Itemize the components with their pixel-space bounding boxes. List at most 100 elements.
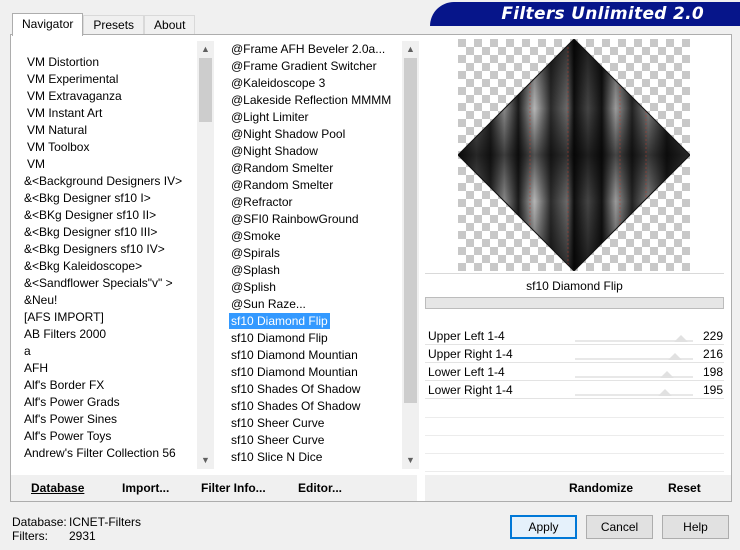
filter-item[interactable]: @Night Shadow	[228, 143, 402, 160]
param-slider-thumb[interactable]	[658, 389, 673, 396]
category-item[interactable]: &<Bkg Kaleidoscope>	[21, 258, 197, 275]
category-item[interactable]: Alf's Power Toys	[21, 428, 197, 445]
filter-list[interactable]: @Frame AFH Beveler 2.0a... @Frame Gradien…	[228, 41, 419, 469]
category-item[interactable]: &<Bkg Designer sf10 I>	[21, 190, 197, 207]
apply-button[interactable]: Apply	[510, 515, 577, 539]
filter-item-label: @Sun Raze...	[231, 297, 306, 311]
category-item[interactable]: VM Toolbox	[21, 139, 197, 156]
cancel-button[interactable]: Cancel	[586, 515, 653, 539]
category-item[interactable]: Alf's Power Sines	[21, 411, 197, 428]
category-item[interactable]: VM Distortion	[21, 54, 197, 71]
filter-item[interactable]: @Splish	[228, 279, 402, 296]
tab-presets[interactable]: Presets	[83, 15, 145, 35]
category-item[interactable]: &<Background Designers IV>	[21, 173, 197, 190]
filter-item-label: @Refractor	[231, 195, 293, 209]
tab-strip: Navigator Presets About	[12, 13, 196, 36]
scroll-up-icon[interactable]: ▲	[402, 41, 419, 58]
param-row[interactable]: Upper Left 1-4 229	[425, 327, 724, 345]
category-item[interactable]: VM Natural	[21, 122, 197, 139]
filter-item[interactable]: @Kaleidoscope 3	[228, 75, 402, 92]
filter-scrollbar[interactable]: ▲ ▼	[402, 41, 419, 469]
filter-item-label: @Splish	[231, 280, 276, 294]
category-item[interactable]: VM	[21, 156, 197, 173]
param-slider-thumb[interactable]	[667, 353, 682, 360]
category-item[interactable]: VM Experimental	[21, 71, 197, 88]
category-item[interactable]: [AFS IMPORT]	[21, 309, 197, 326]
category-scrollbar[interactable]: ▲ ▼	[197, 41, 214, 469]
scroll-down-icon[interactable]: ▼	[197, 452, 214, 469]
param-row[interactable]: Lower Right 1-4 195	[425, 381, 724, 399]
param-slider-thumb[interactable]	[673, 335, 688, 342]
filter-item[interactable]: sf10 Sheer Curve	[228, 432, 402, 449]
filter-item[interactable]: @SFI0 RainbowGround	[228, 211, 402, 228]
filter-item[interactable]: sf10 Shades Of Shadow	[228, 381, 402, 398]
database-button[interactable]: Database	[31, 481, 84, 495]
import-button[interactable]: Import...	[122, 481, 169, 495]
title-banner: Filters Unlimited 2.0	[430, 2, 740, 26]
filter-item[interactable]: @Frame AFH Beveler 2.0a...	[228, 41, 402, 58]
filter-preview	[425, 35, 724, 273]
filter-item[interactable]: sf10 Sheer Curve	[228, 415, 402, 432]
tab-navigator[interactable]: Navigator	[12, 13, 84, 36]
category-item[interactable]: Alf's Power Grads	[21, 394, 197, 411]
filter-item-selected[interactable]: sf10 Diamond Flip	[228, 313, 402, 330]
param-value: 229	[702, 329, 723, 343]
category-scroll-thumb[interactable]	[199, 58, 212, 122]
category-item[interactable]: AB Filters 2000	[21, 326, 197, 343]
param-slider-track[interactable]	[575, 376, 693, 378]
scroll-up-icon[interactable]: ▲	[197, 41, 214, 58]
filter-item-label: sf10 Slice N Dice	[231, 450, 323, 464]
filter-info-button[interactable]: Filter Info...	[201, 481, 266, 495]
filter-item[interactable]: sf10 Diamond Mountian	[228, 347, 402, 364]
param-slider-track[interactable]	[575, 394, 693, 396]
filter-item[interactable]: @Smoke	[228, 228, 402, 245]
help-button[interactable]: Help	[662, 515, 729, 539]
param-row[interactable]: Upper Right 1-4 216	[425, 345, 724, 363]
filter-scroll-thumb[interactable]	[404, 58, 417, 403]
filter-item-label: @Night Shadow	[231, 144, 318, 158]
filter-item[interactable]: sf10 Slice N Dice	[228, 449, 402, 466]
filter-item[interactable]: sf10 Shades Of Shadow	[228, 398, 402, 415]
filter-item[interactable]: sf10 Diamond Flip	[228, 330, 402, 347]
category-item[interactable]: &<Bkg Designer sf10 III>	[21, 224, 197, 241]
filter-item-label: @Random Smelter	[231, 178, 334, 192]
empty-row-line	[425, 453, 724, 454]
empty-row-line	[425, 417, 724, 418]
param-slider-thumb[interactable]	[659, 371, 674, 378]
filter-item-label: @Lakeside Reflection MMMM	[231, 93, 392, 107]
filter-item[interactable]: @Random Smelter	[228, 160, 402, 177]
category-item[interactable]: &Neu!	[21, 292, 197, 309]
filter-item[interactable]: sf10 Diamond Mountian	[228, 364, 402, 381]
database-value: ICNET-Filters	[69, 515, 141, 529]
filter-item[interactable]: @Splash	[228, 262, 402, 279]
category-item[interactable]: Alf's Border FX	[21, 377, 197, 394]
filter-item[interactable]: @Light Limiter	[228, 109, 402, 126]
database-label: Database:	[12, 515, 67, 529]
editor-button[interactable]: Editor...	[298, 481, 342, 495]
category-item[interactable]: a	[21, 343, 197, 360]
filter-item-label: sf10 Diamond Mountian	[231, 348, 358, 362]
filter-item[interactable]: @Spirals	[228, 245, 402, 262]
scroll-down-icon[interactable]: ▼	[402, 452, 419, 469]
filter-item[interactable]: @Sun Raze...	[228, 296, 402, 313]
category-item[interactable]: &<BKg Designer sf10 II>	[21, 207, 197, 224]
param-value: 195	[702, 383, 723, 397]
preview-separator	[425, 273, 724, 274]
filter-item[interactable]: @Random Smelter	[228, 177, 402, 194]
category-list[interactable]: VM Distortion VM Experimental VM Extravaga…	[21, 41, 214, 469]
param-row[interactable]: Lower Left 1-4 198	[425, 363, 724, 381]
filter-item[interactable]: @Night Shadow Pool	[228, 126, 402, 143]
randomize-button[interactable]: Randomize	[569, 481, 633, 495]
category-item[interactable]: Andrew's Filter Collection 56	[21, 445, 197, 462]
filter-item[interactable]: @Frame Gradient Switcher	[228, 58, 402, 75]
reset-button[interactable]: Reset	[668, 481, 701, 495]
tab-about[interactable]: About	[144, 15, 196, 35]
category-item[interactable]: VM Instant Art	[21, 105, 197, 122]
filter-item-label: @Splash	[231, 263, 280, 277]
category-item[interactable]: VM Extravaganza	[21, 88, 197, 105]
filter-item[interactable]: @Lakeside Reflection MMMM	[228, 92, 402, 109]
category-item[interactable]: &<Sandflower Specials"v" >	[21, 275, 197, 292]
filter-item[interactable]: @Refractor	[228, 194, 402, 211]
category-item[interactable]: AFH	[21, 360, 197, 377]
category-item[interactable]: &<Bkg Designers sf10 IV>	[21, 241, 197, 258]
